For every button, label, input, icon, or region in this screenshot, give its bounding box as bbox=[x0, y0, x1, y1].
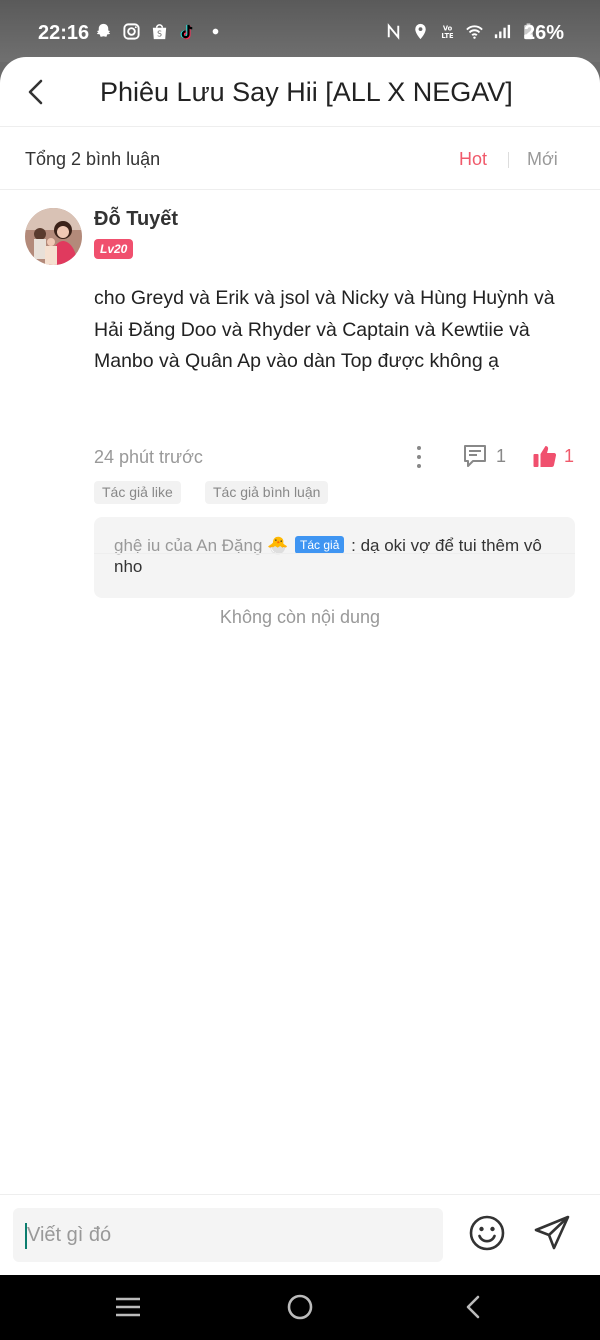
svg-text:LTE: LTE bbox=[441, 32, 454, 40]
comment-input-bar bbox=[0, 1194, 600, 1275]
comment-author[interactable]: Đỗ Tuyết bbox=[94, 208, 178, 231]
comment-item: Đỗ Tuyết Lv20 cho Greyd và Erik và jsol … bbox=[0, 191, 600, 598]
avatar[interactable] bbox=[25, 208, 82, 265]
volte-icon: VoLTE bbox=[441, 25, 454, 41]
comments-sheet: Phiêu Lưu Say Hii [ALL X NEGAV] Tổng 2 b… bbox=[0, 57, 600, 1275]
send-button[interactable] bbox=[533, 1214, 571, 1257]
reply-count: 1 bbox=[496, 445, 507, 466]
level-badge: Lv20 bbox=[94, 239, 134, 259]
more-options-button[interactable] bbox=[410, 444, 428, 470]
tiktok-icon bbox=[180, 24, 193, 40]
comment-text: cho Greyd và Erik và jsol và Nicky và Hù… bbox=[94, 287, 555, 372]
wifi-icon bbox=[466, 25, 483, 39]
author-liked-tag: Tác giả like bbox=[94, 481, 181, 504]
send-icon bbox=[534, 1215, 570, 1250]
comment-divider bbox=[94, 553, 575, 554]
battery-percent: 26% bbox=[524, 22, 565, 44]
shopee-icon: S bbox=[152, 24, 167, 40]
signal-icon bbox=[494, 24, 511, 39]
back-arrow-icon bbox=[28, 79, 43, 105]
location-icon bbox=[415, 23, 426, 40]
author-commented-tag: Tác giả bình luận bbox=[205, 481, 329, 504]
notification-icons: S bbox=[94, 22, 225, 41]
nfc-icon bbox=[387, 23, 400, 40]
thumbs-up-icon bbox=[533, 446, 557, 467]
back-button[interactable] bbox=[20, 74, 50, 110]
reply-preview[interactable]: ghệ iu của An Đặng 🐣 Tác giả : dạ oki vợ… bbox=[94, 517, 575, 598]
page-title: Phiêu Lưu Say Hii [ALL X NEGAV] bbox=[100, 77, 513, 107]
comment-icon bbox=[464, 445, 486, 467]
snapchat-icon bbox=[96, 23, 111, 37]
home-button[interactable] bbox=[286, 1294, 314, 1325]
comment-input[interactable] bbox=[13, 1208, 443, 1262]
system-icons: Vo LTE bbox=[384, 22, 538, 41]
sort-hot-tab[interactable]: Hot bbox=[459, 149, 487, 170]
system-nav-bar bbox=[0, 1275, 600, 1340]
dot-icon bbox=[212, 28, 219, 35]
smiley-icon bbox=[469, 1215, 505, 1251]
reply-button[interactable]: 1 bbox=[462, 443, 506, 469]
sort-divider bbox=[508, 152, 509, 168]
status-time: 22:16 bbox=[38, 22, 90, 44]
avatar-photo bbox=[25, 208, 82, 265]
more-dot-icon bbox=[417, 446, 421, 450]
svg-text:S: S bbox=[157, 30, 162, 39]
recents-button[interactable] bbox=[114, 1294, 142, 1325]
like-count: 1 bbox=[564, 445, 575, 466]
more-dot-icon bbox=[417, 455, 421, 459]
header: Phiêu Lưu Say Hii [ALL X NEGAV] bbox=[0, 57, 600, 127]
author-badge: Tác giả bbox=[295, 536, 345, 554]
sort-new-tab[interactable]: Mới bbox=[527, 149, 558, 170]
comment-count-bar: Tổng 2 bình luận Hot Mới bbox=[0, 128, 600, 190]
end-of-content-message: Không còn nội dung bbox=[219, 607, 381, 627]
comment-timestamp: 24 phút trước bbox=[94, 447, 203, 467]
comment-total: Tổng 2 bình luận bbox=[25, 149, 161, 169]
text-cursor bbox=[25, 1223, 27, 1249]
like-button[interactable]: 1 bbox=[532, 443, 574, 469]
emoji-button[interactable] bbox=[468, 1214, 506, 1257]
instagram-icon bbox=[123, 23, 140, 40]
recents-icon bbox=[116, 1297, 140, 1317]
more-dot-icon bbox=[417, 464, 421, 468]
home-icon bbox=[287, 1294, 313, 1320]
chevron-left-icon bbox=[466, 1295, 480, 1319]
status-bar: 22:16 S Vo LTE 26% bbox=[0, 0, 600, 62]
system-back-button[interactable] bbox=[460, 1294, 488, 1325]
